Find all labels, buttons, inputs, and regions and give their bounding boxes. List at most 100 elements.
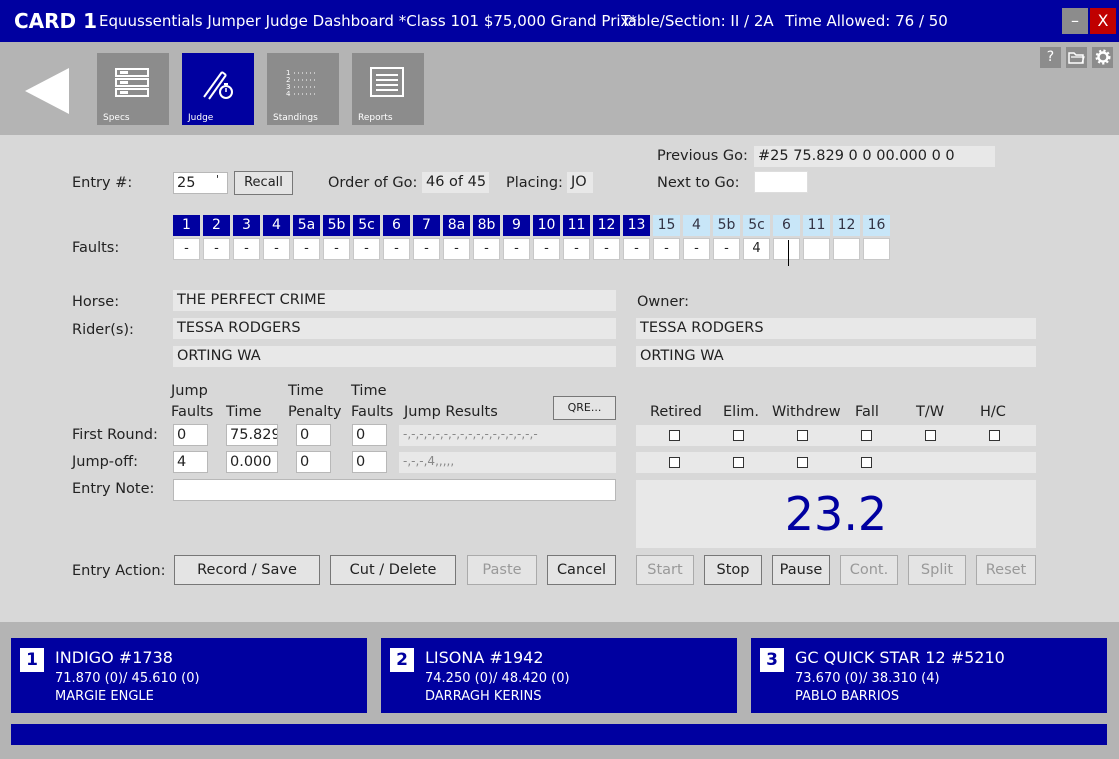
fault-value-input[interactable]: - bbox=[503, 238, 530, 260]
recall-button[interactable]: Recall bbox=[234, 171, 293, 195]
standing-card-3: 3 GC QUICK STAR 12 #5210 73.670 (0)/ 38.… bbox=[751, 638, 1107, 713]
owner-value: TESSA RODGERS bbox=[636, 318, 1036, 339]
jump-off-time-penalty-input[interactable]: 0 bbox=[296, 451, 331, 473]
first-round-hc-checkbox[interactable] bbox=[989, 430, 1000, 441]
toolbar-judge-button[interactable]: Judge bbox=[182, 53, 254, 125]
status-fall-label: Fall bbox=[855, 404, 879, 420]
entry-number-label: Entry #: bbox=[72, 175, 133, 191]
placing-label: Placing: bbox=[506, 175, 563, 191]
fault-value-input[interactable]: - bbox=[563, 238, 590, 260]
fault-value-input[interactable]: - bbox=[203, 238, 230, 260]
fault-value-input[interactable] bbox=[773, 238, 800, 260]
fault-value-input[interactable]: - bbox=[593, 238, 620, 260]
timer-stop-button[interactable]: Stop bbox=[704, 555, 762, 585]
header-jump-line2: Faults bbox=[171, 404, 214, 420]
specs-label: Specs bbox=[103, 113, 130, 123]
fault-value-input[interactable]: - bbox=[473, 238, 500, 260]
placing-value: JO bbox=[567, 172, 593, 193]
judge-pencil-stopwatch-icon bbox=[203, 71, 233, 100]
fault-header: 13 bbox=[623, 215, 650, 236]
fault-value-input[interactable]: 4 bbox=[743, 238, 770, 260]
status-retired-label: Retired bbox=[650, 404, 702, 420]
fault-header: 4 bbox=[683, 215, 710, 236]
jump-off-elim-checkbox[interactable] bbox=[733, 457, 744, 468]
fault-header: 1 bbox=[173, 215, 200, 236]
jump-off-retired-checkbox[interactable] bbox=[669, 457, 680, 468]
first-round-jump-faults-input[interactable]: 0 bbox=[173, 424, 208, 446]
rider-label: Rider(s): bbox=[72, 322, 134, 338]
first-round-time-input[interactable]: 75.829 bbox=[226, 424, 278, 446]
qre-button[interactable]: QRE... bbox=[553, 396, 616, 420]
text-cursor bbox=[788, 240, 789, 266]
fault-value-input[interactable]: - bbox=[623, 238, 650, 260]
toolbar-standings-button[interactable]: 1 2 3 4 Standings bbox=[267, 53, 339, 125]
entry-number-caret: ' bbox=[215, 173, 219, 186]
close-button[interactable]: X bbox=[1090, 8, 1116, 34]
fault-value-input[interactable]: - bbox=[443, 238, 470, 260]
toolbar-reports-button[interactable]: Reports bbox=[352, 53, 424, 125]
fault-value-input[interactable] bbox=[863, 238, 890, 260]
cancel-button[interactable]: Cancel bbox=[547, 555, 616, 585]
fault-value-input[interactable]: - bbox=[293, 238, 320, 260]
timer-continue-button[interactable]: Cont. bbox=[840, 555, 898, 585]
first-round-time-penalty-input[interactable]: 0 bbox=[296, 424, 331, 446]
jump-off-jump-results: -,-,-,4,,,,, bbox=[399, 452, 616, 473]
card-label: CARD 1 bbox=[14, 9, 98, 33]
first-round-retired-checkbox[interactable] bbox=[669, 430, 680, 441]
status-tw-label: T/W bbox=[916, 404, 945, 420]
jump-off-withdrew-checkbox[interactable] bbox=[797, 457, 808, 468]
jump-off-time-faults-input[interactable]: 0 bbox=[352, 451, 387, 473]
table-section: Table/Section: II / 2A bbox=[621, 12, 774, 30]
jump-off-fall-checkbox[interactable] bbox=[861, 457, 872, 468]
next-to-go-label: Next to Go: bbox=[657, 175, 740, 191]
app-title: Equussentials Jumper Judge Dashboard *Cl… bbox=[99, 12, 637, 30]
fault-header: 3 bbox=[233, 215, 260, 236]
fault-header: 8b bbox=[473, 215, 500, 236]
fault-value-input[interactable] bbox=[803, 238, 830, 260]
fault-value-input[interactable]: - bbox=[323, 238, 350, 260]
standing-place: 3 bbox=[760, 648, 784, 672]
settings-gear-icon[interactable] bbox=[1092, 47, 1113, 68]
fault-value-input[interactable]: - bbox=[683, 238, 710, 260]
fault-value-input[interactable]: - bbox=[233, 238, 260, 260]
toolbar-specs-button[interactable]: Specs bbox=[97, 53, 169, 125]
jump-off-jump-faults-input[interactable]: 4 bbox=[173, 451, 208, 473]
fault-header: 16 bbox=[863, 215, 890, 236]
first-round-time-faults-input[interactable]: 0 bbox=[352, 424, 387, 446]
rider-value: TESSA RODGERS bbox=[173, 318, 616, 339]
timer-pause-button[interactable]: Pause bbox=[772, 555, 830, 585]
help-button[interactable]: ? bbox=[1040, 47, 1061, 68]
open-folder-icon[interactable] bbox=[1066, 47, 1087, 68]
fault-value-input[interactable]: - bbox=[353, 238, 380, 260]
fault-value-input[interactable]: - bbox=[173, 238, 200, 260]
paste-button[interactable]: Paste bbox=[467, 555, 537, 585]
header-jump-line1: Jump bbox=[171, 383, 208, 399]
fault-value-input[interactable]: - bbox=[533, 238, 560, 260]
header-time-penalty-line2: Penalty bbox=[288, 404, 342, 420]
entry-note-input[interactable] bbox=[173, 479, 616, 501]
jump-off-time-input[interactable]: 0.000 bbox=[226, 451, 278, 473]
fault-value-input[interactable] bbox=[833, 238, 860, 260]
fault-value-input[interactable]: - bbox=[263, 238, 290, 260]
faults-label: Faults: bbox=[72, 240, 120, 256]
fault-header: 11 bbox=[563, 215, 590, 236]
first-round-withdrew-checkbox[interactable] bbox=[797, 430, 808, 441]
header-time-faults-line1: Time bbox=[351, 383, 387, 399]
timer-split-button[interactable]: Split bbox=[908, 555, 966, 585]
record-save-button[interactable]: Record / Save bbox=[174, 555, 320, 585]
first-round-elim-checkbox[interactable] bbox=[733, 430, 744, 441]
standing-score: 71.870 (0)/ 45.610 (0) bbox=[55, 671, 200, 686]
first-round-fall-checkbox[interactable] bbox=[861, 430, 872, 441]
fault-value-input[interactable]: - bbox=[413, 238, 440, 260]
fault-value-input[interactable]: - bbox=[713, 238, 740, 260]
timer-start-button[interactable]: Start bbox=[636, 555, 694, 585]
fault-value-input[interactable]: - bbox=[383, 238, 410, 260]
horse-value: THE PERFECT CRIME bbox=[173, 290, 616, 311]
back-arrow-icon[interactable] bbox=[25, 68, 71, 114]
entry-number-input[interactable]: 25 ' bbox=[173, 172, 228, 194]
timer-reset-button[interactable]: Reset bbox=[976, 555, 1036, 585]
fault-value-input[interactable]: - bbox=[653, 238, 680, 260]
cut-delete-button[interactable]: Cut / Delete bbox=[330, 555, 456, 585]
first-round-tw-checkbox[interactable] bbox=[925, 430, 936, 441]
minimize-button[interactable]: – bbox=[1062, 8, 1088, 34]
